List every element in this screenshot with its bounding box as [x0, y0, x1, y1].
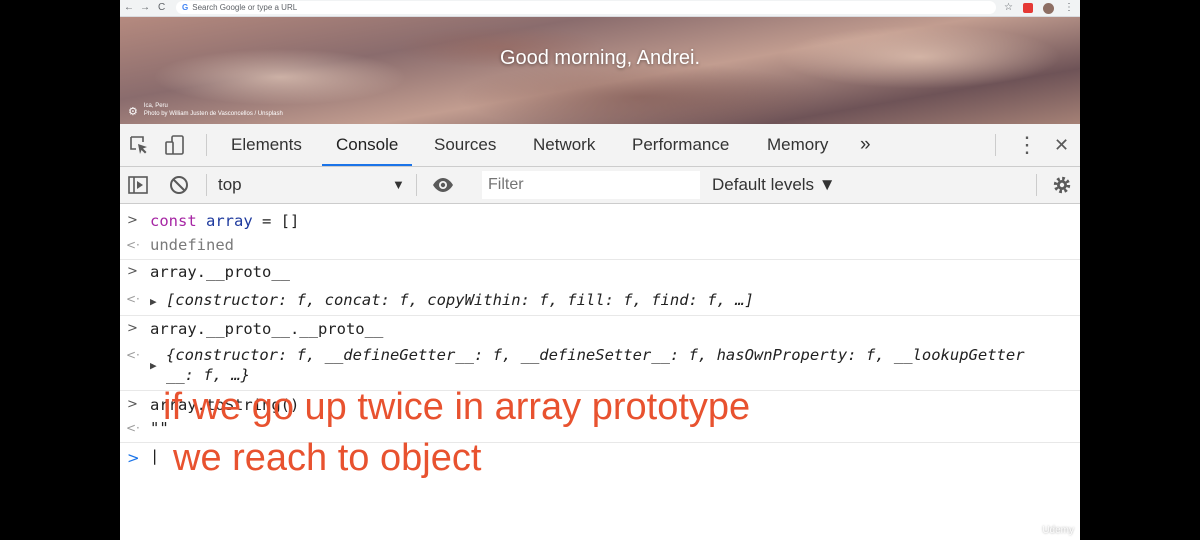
photo-attribution[interactable]: Photo by William Justen de Vasconcellos … [144, 110, 283, 118]
output-value: undefined [150, 236, 234, 254]
devtools-tabbar: Elements Console Sources Network Perform… [120, 124, 1080, 167]
more-tabs-icon[interactable]: » [860, 124, 871, 166]
photo-location[interactable]: Ica, Peru [144, 102, 283, 110]
reload-icon[interactable]: C [158, 1, 165, 15]
clear-console-icon[interactable] [168, 174, 190, 196]
active-prompt-icon: > [127, 449, 140, 467]
return-icon: <· [126, 348, 140, 362]
prompt-icon: > [127, 213, 138, 228]
device-toolbar-icon[interactable] [164, 134, 186, 156]
annotation-line-1: if we go up twice in array prototype [163, 386, 751, 428]
udemy-watermark: Udemy [1042, 525, 1074, 536]
live-expression-eye-icon[interactable] [432, 174, 454, 196]
browser-toolbar: ← → C G Search Google or type a URL ☆ ⋮ [120, 0, 1080, 17]
customize-gear-icon[interactable]: ⚙ [128, 107, 138, 118]
tab-sources[interactable]: Sources [434, 124, 496, 166]
input-code: array.__proto__ [150, 263, 290, 281]
input-code: const array = [] [150, 212, 300, 230]
context-selector[interactable]: top [218, 167, 242, 203]
forward-icon[interactable]: → [140, 1, 150, 15]
return-icon: <· [126, 238, 140, 252]
output-object[interactable]: ▶ [constructor: f, concat: f, copyWithin… [150, 291, 754, 309]
output-object-line1[interactable]: {constructor: f, __defineGetter__: f, __… [166, 346, 1025, 364]
console-output: > const array = [] <· undefined > array.… [120, 204, 1080, 540]
extension-icon[interactable] [1023, 3, 1033, 13]
console-input-line: > array.__proto__.__proto__ [120, 318, 1080, 342]
address-bar[interactable]: G Search Google or type a URL [176, 1, 996, 14]
divider [1036, 174, 1037, 196]
bookmark-star-icon[interactable]: ☆ [1004, 1, 1013, 15]
console-input-line: > array.__proto__ [120, 261, 1080, 285]
tab-memory[interactable]: Memory [767, 124, 828, 166]
menu-icon[interactable]: ⋮ [1064, 1, 1074, 15]
log-levels-dropdown[interactable]: Default levels ▼ [712, 167, 836, 203]
console-toolbar: top ▼ Filter Default levels ▼ [120, 167, 1080, 204]
prompt-icon: > [127, 321, 138, 336]
prompt-icon: > [127, 397, 138, 412]
expand-triangle-icon: ▶ [150, 295, 157, 308]
tab-elements[interactable]: Elements [231, 124, 302, 166]
address-placeholder: Search Google or type a URL [192, 3, 298, 12]
input-code: array.__proto__.__proto__ [150, 320, 384, 338]
divider [206, 134, 207, 156]
console-input[interactable]: | [150, 447, 159, 465]
filter-input[interactable]: Filter [482, 171, 700, 199]
browser-actions: ☆ ⋮ [1004, 1, 1074, 15]
return-icon: <· [126, 292, 140, 306]
console-output-line: <· undefined [120, 232, 1080, 260]
console-input-line: > const array = [] [120, 210, 1080, 232]
expand-triangle-icon[interactable]: ▶ [150, 355, 157, 373]
divider [995, 134, 996, 156]
tab-network[interactable]: Network [533, 124, 595, 166]
show-sidebar-icon[interactable] [127, 174, 149, 196]
back-icon[interactable]: ← [124, 1, 134, 15]
new-tab-background: Good morning, Andrei. ⚙ Ica, Peru Photo … [120, 17, 1080, 124]
screen: ← → C G Search Google or type a URL ☆ ⋮ G… [120, 0, 1080, 540]
annotation-line-2: we reach to object [173, 437, 482, 479]
divider [416, 174, 417, 196]
console-output-line: <· ▶ {constructor: f, __defineGetter__: … [120, 342, 1080, 391]
context-dropdown-arrow-icon[interactable]: ▼ [392, 167, 405, 203]
greeting: Good morning, Andrei. [499, 47, 701, 69]
divider [206, 174, 207, 196]
console-output-line: <· ▶ [constructor: f, concat: f, copyWit… [120, 285, 1080, 316]
photo-credit: ⚙ Ica, Peru Photo by William Justen de V… [128, 102, 283, 118]
tab-performance[interactable]: Performance [632, 124, 729, 166]
settings-gear-icon[interactable] [1051, 174, 1073, 196]
prompt-icon: > [127, 264, 138, 279]
kebab-menu-icon[interactable]: ⋮ [1016, 124, 1038, 166]
inspect-element-icon[interactable] [128, 134, 150, 156]
tab-console[interactable]: Console [321, 124, 413, 166]
profile-avatar[interactable] [1043, 2, 1054, 14]
google-icon: G [182, 3, 189, 12]
close-icon[interactable]: ✕ [1054, 124, 1069, 166]
return-icon: <· [126, 421, 140, 435]
output-object-line2[interactable]: __: f, …} [166, 366, 250, 384]
